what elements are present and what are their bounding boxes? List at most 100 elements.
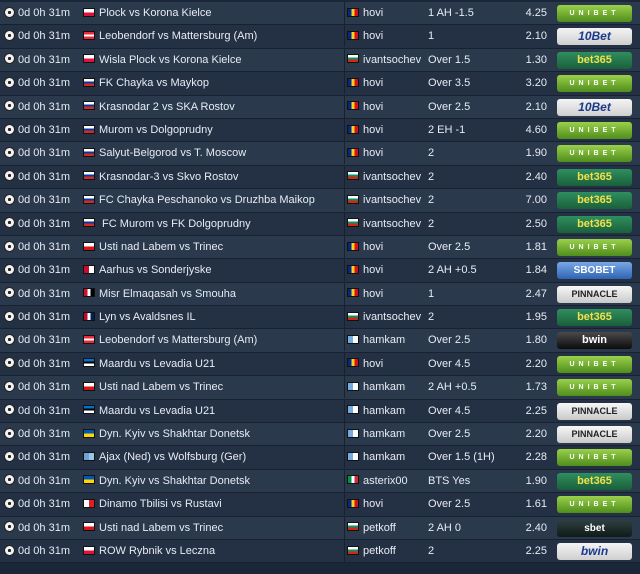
match-name[interactable]: Leobendorf vs Mattersburg (Am) bbox=[99, 334, 257, 346]
tipster-name[interactable]: hovi bbox=[363, 147, 383, 159]
tipster-name[interactable]: hovi bbox=[363, 101, 383, 113]
user-cell[interactable]: hovi bbox=[344, 142, 422, 165]
match-cell[interactable]: Usti nad Labem vs Trinec bbox=[83, 236, 338, 258]
table-row[interactable]: 0d 0h 31m ROW Rybnik vs Leczna petkoff 2 2.2… bbox=[0, 539, 640, 564]
table-row[interactable]: 0d 0h 31m Maardu vs Levadia U21 hovi Over 4… bbox=[0, 352, 640, 377]
bookmaker-cell[interactable]: UNIBET bbox=[557, 236, 634, 258]
match-cell[interactable]: FC Murom vs FK Dolgoprudny bbox=[83, 213, 338, 235]
match-name[interactable]: ROW Rybnik vs Leczna bbox=[99, 545, 215, 557]
user-cell[interactable]: hamkam bbox=[344, 399, 422, 422]
match-name[interactable]: Krasnodar-3 vs Skvo Rostov bbox=[99, 171, 238, 183]
table-row[interactable]: 0d 0h 31m Leobendorf vs Mattersburg (Am) h… bbox=[0, 25, 640, 49]
user-cell[interactable]: hovi bbox=[344, 352, 422, 375]
user-cell[interactable]: hovi bbox=[344, 282, 422, 305]
table-row[interactable]: 0d 0h 31m Dyn. Kyiv vs Shakhtar Donetsk as… bbox=[0, 469, 640, 494]
tipster-name[interactable]: hovi bbox=[363, 7, 383, 19]
table-row[interactable]: 0d 0h 31m Murom vs Dolgoprudny hovi 2 EH -1… bbox=[0, 118, 640, 143]
bookmaker-cell[interactable]: bwin bbox=[557, 329, 634, 351]
match-cell[interactable]: Wisla Plock vs Korona Kielce bbox=[83, 49, 338, 71]
user-cell[interactable]: hamkam bbox=[344, 376, 422, 399]
bookmaker-logo[interactable]: PINNACLE bbox=[557, 285, 632, 303]
user-cell[interactable]: petkoff bbox=[344, 539, 422, 562]
bookmaker-logo[interactable]: SBOBET bbox=[557, 262, 632, 280]
match-name[interactable]: Dinamo Tbilisi vs Rustavi bbox=[99, 498, 222, 510]
table-row[interactable]: 0d 0h 31m FK Chayka vs Maykop hovi Over 3.5… bbox=[0, 72, 640, 96]
match-name[interactable]: Usti nad Labem vs Trinec bbox=[99, 241, 223, 253]
bookmaker-logo[interactable]: bet365 bbox=[557, 215, 632, 233]
user-cell[interactable]: hovi bbox=[344, 2, 422, 24]
user-cell[interactable]: ivantsochev bbox=[344, 306, 422, 329]
table-row[interactable]: 0d 0h 31m Dinamo Tbilisi vs Rustavi hovi Ov… bbox=[0, 493, 640, 517]
bookmaker-logo[interactable]: UNIBET bbox=[557, 496, 632, 514]
bookmaker-logo[interactable]: bet365 bbox=[557, 472, 632, 490]
match-cell[interactable]: Leobendorf vs Mattersburg (Am) bbox=[83, 25, 338, 47]
bookmaker-cell[interactable]: UNIBET bbox=[557, 119, 634, 141]
user-cell[interactable]: ivantsochev bbox=[344, 189, 422, 212]
match-name[interactable]: Krasnodar 2 vs SKA Rostov bbox=[99, 101, 235, 113]
table-row[interactable]: 0d 0h 31m Aarhus vs Sonderjyske hovi 2 AH +… bbox=[0, 259, 640, 283]
match-name[interactable]: FC Chayka Peschanoko vs Druzhba Maikop bbox=[99, 194, 315, 206]
match-cell[interactable]: Krasnodar 2 vs SKA Rostov bbox=[83, 96, 338, 118]
bookmaker-logo[interactable]: sbet bbox=[557, 519, 632, 537]
match-cell[interactable]: Murom vs Dolgoprudny bbox=[83, 119, 338, 141]
user-cell[interactable]: hovi bbox=[344, 95, 422, 118]
table-row[interactable]: 0d 0h 31m Maardu vs Levadia U21 hamkam Over… bbox=[0, 399, 640, 424]
tipster-name[interactable]: hamkam bbox=[363, 405, 405, 417]
tipster-name[interactable]: hovi bbox=[363, 241, 383, 253]
tipster-name[interactable]: ivantsochev bbox=[363, 54, 421, 66]
bookmaker-cell[interactable]: PINNACLE bbox=[557, 400, 634, 422]
tipster-name[interactable]: hamkam bbox=[363, 428, 405, 440]
match-cell[interactable]: FC Chayka Peschanoko vs Druzhba Maikop bbox=[83, 189, 338, 211]
bookmaker-cell[interactable]: bet365 bbox=[557, 166, 634, 188]
match-cell[interactable]: Leobendorf vs Mattersburg (Am) bbox=[83, 329, 338, 351]
table-row[interactable]: 0d 0h 31m Krasnodar 2 vs SKA Rostov hovi Ov… bbox=[0, 95, 640, 119]
bookmaker-logo[interactable]: UNIBET bbox=[557, 379, 632, 397]
bookmaker-cell[interactable]: 10Bet bbox=[557, 25, 634, 47]
tipster-name[interactable]: hovi bbox=[363, 358, 383, 370]
bookmaker-logo[interactable]: PINNACLE bbox=[557, 426, 632, 444]
user-cell[interactable]: hovi bbox=[344, 493, 422, 516]
match-cell[interactable]: FK Chayka vs Maykop bbox=[83, 72, 338, 94]
table-row[interactable]: 0d 0h 31m Krasnodar-3 vs Skvo Rostov ivant… bbox=[0, 165, 640, 190]
match-cell[interactable]: Lyn vs Avaldsnes IL bbox=[83, 306, 338, 328]
match-name[interactable]: FK Chayka vs Maykop bbox=[99, 77, 209, 89]
match-cell[interactable]: Dinamo Tbilisi vs Rustavi bbox=[83, 493, 338, 515]
table-row[interactable]: 0d 0h 31m Ajax (Ned) vs Wolfsburg (Ger) ha… bbox=[0, 446, 640, 470]
tipster-name[interactable]: asterix00 bbox=[363, 475, 408, 487]
bookmaker-cell[interactable]: UNIBET bbox=[557, 376, 634, 398]
user-cell[interactable]: hovi bbox=[344, 72, 422, 95]
bookmaker-logo[interactable]: bwin bbox=[557, 332, 632, 350]
tipster-name[interactable]: hamkam bbox=[363, 381, 405, 393]
table-row[interactable]: 0d 0h 31m Wisla Plock vs Korona Kielce iva… bbox=[0, 48, 640, 73]
user-cell[interactable]: ivantsochev bbox=[344, 165, 422, 188]
bookmaker-cell[interactable]: PINNACLE bbox=[557, 283, 634, 305]
tipster-name[interactable]: hovi bbox=[363, 77, 383, 89]
bookmaker-cell[interactable]: PINNACLE bbox=[557, 423, 634, 445]
bookmaker-cell[interactable]: UNIBET bbox=[557, 142, 634, 164]
match-name[interactable]: Lyn vs Avaldsnes IL bbox=[99, 311, 196, 323]
table-row[interactable]: 0d 0h 31m FC Murom vs FK Dolgoprudny ivan… bbox=[0, 212, 640, 236]
match-cell[interactable]: Maardu vs Levadia U21 bbox=[83, 353, 338, 375]
match-cell[interactable]: Ajax (Ned) vs Wolfsburg (Ger) bbox=[83, 446, 338, 468]
bookmaker-cell[interactable]: bet365 bbox=[557, 470, 634, 492]
match-cell[interactable]: Salyut-Belgorod vs T. Moscow bbox=[83, 142, 338, 164]
bookmaker-logo[interactable]: UNIBET bbox=[557, 145, 632, 163]
user-cell[interactable]: hamkam bbox=[344, 329, 422, 352]
table-row[interactable]: 0d 0h 31m Usti nad Labem vs Trinec petkoff… bbox=[0, 516, 640, 540]
bookmaker-cell[interactable]: bet365 bbox=[557, 49, 634, 71]
user-cell[interactable]: hovi bbox=[344, 235, 422, 258]
user-cell[interactable]: hovi bbox=[344, 118, 422, 141]
match-name[interactable]: Usti nad Labem vs Trinec bbox=[99, 381, 223, 393]
tipster-name[interactable]: ivantsochev bbox=[363, 194, 421, 206]
user-cell[interactable]: hovi bbox=[344, 25, 422, 48]
user-cell[interactable]: ivantsochev bbox=[344, 48, 422, 71]
bookmaker-logo[interactable]: bet365 bbox=[557, 51, 632, 69]
user-cell[interactable]: hamkam bbox=[344, 423, 422, 446]
bookmaker-logo[interactable]: bwin bbox=[557, 542, 632, 560]
match-name[interactable]: Dyn. Kyiv vs Shakhtar Donetsk bbox=[99, 428, 250, 440]
bookmaker-cell[interactable]: UNIBET bbox=[557, 353, 634, 375]
bookmaker-cell[interactable]: UNIBET bbox=[557, 72, 634, 94]
match-name[interactable]: Misr Elmaqasah vs Smouha bbox=[99, 288, 236, 300]
tipster-name[interactable]: ivantsochev bbox=[363, 171, 421, 183]
user-cell[interactable]: petkoff bbox=[344, 516, 422, 539]
